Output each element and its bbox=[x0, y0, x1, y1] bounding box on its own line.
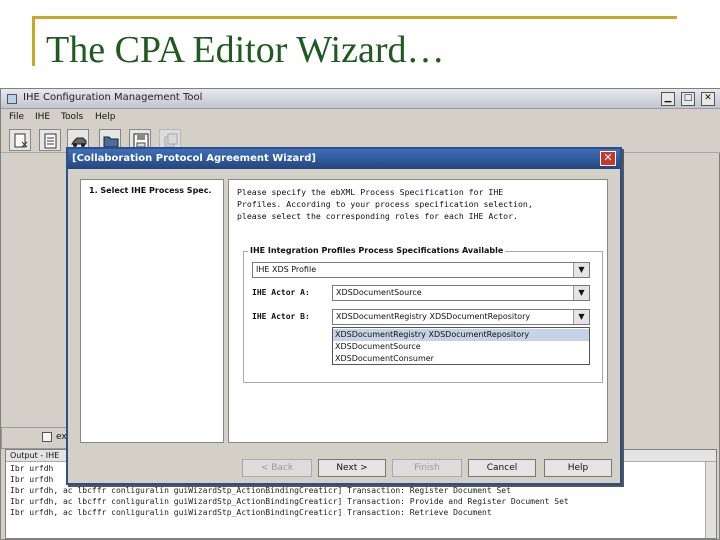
chevron-down-icon: ▼ bbox=[573, 310, 589, 324]
menu-tools[interactable]: Tools bbox=[61, 112, 83, 122]
menu-file[interactable]: File bbox=[9, 112, 24, 122]
checkbox-icon bbox=[42, 432, 52, 442]
notepad-icon bbox=[44, 133, 57, 149]
dropdown-option[interactable]: XDSDocumentConsumer bbox=[333, 353, 589, 365]
profile-select-value: IHE XDS Profile bbox=[256, 265, 317, 274]
output-scrollbar[interactable] bbox=[705, 462, 716, 538]
cpa-wizard-dialog: [Collaboration Protocol Agreement Wizard… bbox=[66, 147, 622, 485]
back-button[interactable]: < Back bbox=[242, 459, 312, 477]
menu-ihe[interactable]: IHE bbox=[35, 112, 50, 122]
dialog-close-button[interactable]: ✕ bbox=[600, 151, 616, 166]
instructions-line: Please specify the ebXML Process Specifi… bbox=[237, 187, 504, 197]
instructions-text: Please specify the ebXML Process Specifi… bbox=[237, 186, 597, 222]
help-button[interactable]: Help bbox=[544, 459, 612, 477]
process-spec-group: IHE Integration Profiles Process Specifi… bbox=[243, 246, 603, 383]
slide-title: The CPA Editor Wizard… bbox=[46, 29, 445, 71]
minimize-button[interactable]: ▁ bbox=[661, 92, 675, 106]
output-line: Ibr urfdh, ac lbcffr conliguralin guiWiz… bbox=[10, 497, 569, 506]
group-title: IHE Integration Profiles Process Specifi… bbox=[248, 246, 506, 255]
dialog-title: [Collaboration Protocol Agreement Wizard… bbox=[72, 153, 316, 164]
chevron-down-icon: ▼ bbox=[573, 263, 589, 277]
menu-help[interactable]: Help bbox=[95, 112, 116, 122]
profile-select[interactable]: IHE XDS Profile ▼ bbox=[252, 262, 590, 278]
actor-a-label: IHE Actor A: bbox=[252, 288, 310, 297]
actor-b-select-value: XDSDocumentRegistry XDSDocumentRepositor… bbox=[336, 312, 531, 321]
instructions-line: please select the corresponding roles fo… bbox=[237, 211, 518, 221]
app-icon bbox=[7, 94, 17, 104]
slide-left-rule bbox=[32, 16, 35, 66]
cancel-button[interactable]: Cancel bbox=[468, 459, 536, 477]
new-document-button[interactable] bbox=[9, 129, 31, 151]
actor-b-label: IHE Actor B: bbox=[252, 312, 310, 321]
app-titlebar: IHE Configuration Management Tool ▁ □ ✕ bbox=[1, 89, 720, 109]
output-line: Ibr urfdh bbox=[10, 475, 54, 484]
dropdown-option[interactable]: XDSDocumentRegistry XDSDocumentRepositor… bbox=[333, 329, 589, 341]
chevron-down-icon: ▼ bbox=[573, 286, 589, 300]
output-line: Ibr urfdh, ac lbcffr conliguralin guiWiz… bbox=[10, 508, 492, 517]
project-tab[interactable]: ex bbox=[1, 427, 71, 449]
slide-top-rule bbox=[32, 16, 677, 19]
actor-a-select-value: XDSDocumentSource bbox=[336, 288, 422, 297]
actor-b-select[interactable]: XDSDocumentRegistry XDSDocumentRepositor… bbox=[332, 309, 590, 325]
actor-b-dropdown-list: XDSDocumentRegistry XDSDocumentRepositor… bbox=[332, 327, 590, 365]
app-title: IHE Configuration Management Tool bbox=[23, 92, 203, 103]
next-button[interactable]: Next > bbox=[318, 459, 386, 477]
output-line: Ibr urfdh, ac lbcffr conliguralin guiWiz… bbox=[10, 486, 511, 495]
step-label: 1. Select IHE Process Spec. bbox=[89, 186, 212, 195]
content-panel: Please specify the ebXML Process Specifi… bbox=[228, 179, 608, 443]
dialog-titlebar: [Collaboration Protocol Agreement Wizard… bbox=[68, 149, 620, 169]
finish-button[interactable]: Finish bbox=[392, 459, 462, 477]
notepad-button[interactable] bbox=[39, 129, 61, 151]
maximize-button[interactable]: □ bbox=[681, 92, 695, 106]
dropdown-option[interactable]: XDSDocumentSource bbox=[333, 341, 589, 353]
close-button[interactable]: ✕ bbox=[701, 92, 715, 106]
output-line: Ibr urfdh bbox=[10, 464, 54, 473]
menu-bar: File IHE Tools Help bbox=[1, 109, 720, 127]
steps-panel: 1. Select IHE Process Spec. bbox=[80, 179, 224, 443]
actor-a-select[interactable]: XDSDocumentSource ▼ bbox=[332, 285, 590, 301]
instructions-line: Profiles. According to your process spec… bbox=[237, 199, 533, 209]
new-document-icon bbox=[14, 133, 28, 148]
